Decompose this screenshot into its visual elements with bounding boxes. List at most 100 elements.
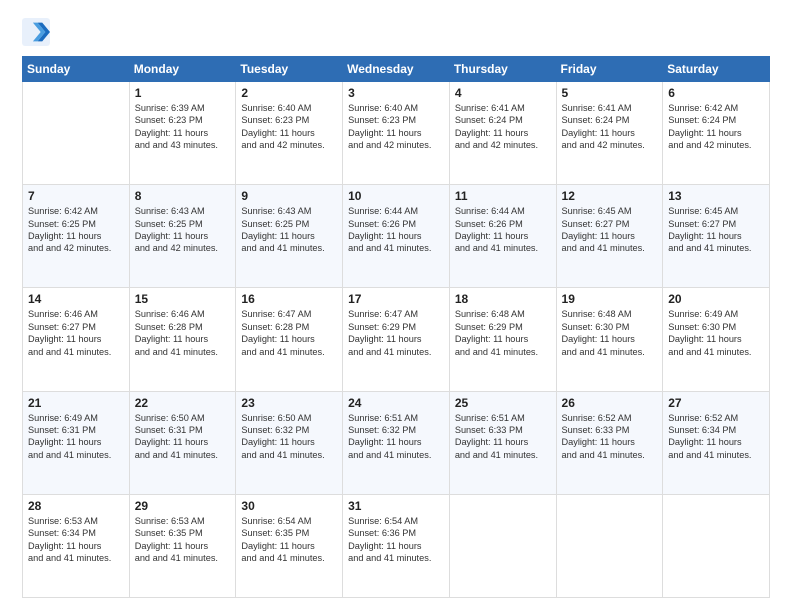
daylight-text-cont: and and 42 minutes. [28,242,124,254]
week-row-4: 21Sunrise: 6:49 AMSunset: 6:31 PMDayligh… [23,391,770,494]
weekday-header-saturday: Saturday [663,57,770,82]
calendar-cell: 26Sunrise: 6:52 AMSunset: 6:33 PMDayligh… [556,391,663,494]
calendar-cell: 12Sunrise: 6:45 AMSunset: 6:27 PMDayligh… [556,185,663,288]
daylight-text: Daylight: 11 hours [562,333,658,345]
sunrise-text: Sunrise: 6:53 AM [28,515,124,527]
weekday-header-monday: Monday [129,57,236,82]
daylight-text-cont: and and 41 minutes. [135,552,231,564]
calendar-cell [449,494,556,597]
day-number: 9 [241,189,337,203]
sunset-text: Sunset: 6:32 PM [348,424,444,436]
daylight-text: Daylight: 11 hours [668,436,764,448]
day-number: 4 [455,86,551,100]
daylight-text-cont: and and 43 minutes. [135,139,231,151]
sunset-text: Sunset: 6:25 PM [135,218,231,230]
weekday-header-tuesday: Tuesday [236,57,343,82]
daylight-text-cont: and and 41 minutes. [455,346,551,358]
daylight-text-cont: and and 41 minutes. [562,449,658,461]
daylight-text: Daylight: 11 hours [668,127,764,139]
daylight-text-cont: and and 41 minutes. [562,242,658,254]
sunset-text: Sunset: 6:24 PM [455,114,551,126]
weekday-header-sunday: Sunday [23,57,130,82]
daylight-text: Daylight: 11 hours [28,436,124,448]
day-number: 27 [668,396,764,410]
daylight-text-cont: and and 41 minutes. [348,552,444,564]
sunset-text: Sunset: 6:24 PM [668,114,764,126]
calendar-cell: 29Sunrise: 6:53 AMSunset: 6:35 PMDayligh… [129,494,236,597]
daylight-text-cont: and and 41 minutes. [241,242,337,254]
day-number: 14 [28,292,124,306]
day-number: 28 [28,499,124,513]
sunset-text: Sunset: 6:32 PM [241,424,337,436]
day-number: 26 [562,396,658,410]
daylight-text-cont: and and 41 minutes. [241,552,337,564]
sunset-text: Sunset: 6:25 PM [28,218,124,230]
sunset-text: Sunset: 6:30 PM [562,321,658,333]
sunset-text: Sunset: 6:29 PM [455,321,551,333]
sunrise-text: Sunrise: 6:42 AM [28,205,124,217]
sunrise-text: Sunrise: 6:41 AM [455,102,551,114]
sunrise-text: Sunrise: 6:51 AM [348,412,444,424]
calendar-cell: 31Sunrise: 6:54 AMSunset: 6:36 PMDayligh… [343,494,450,597]
sunset-text: Sunset: 6:29 PM [348,321,444,333]
daylight-text-cont: and and 42 minutes. [348,139,444,151]
sunrise-text: Sunrise: 6:48 AM [562,308,658,320]
daylight-text: Daylight: 11 hours [241,436,337,448]
daylight-text: Daylight: 11 hours [455,436,551,448]
daylight-text: Daylight: 11 hours [668,333,764,345]
sunrise-text: Sunrise: 6:41 AM [562,102,658,114]
sunset-text: Sunset: 6:24 PM [562,114,658,126]
daylight-text-cont: and and 41 minutes. [28,449,124,461]
day-number: 15 [135,292,231,306]
daylight-text: Daylight: 11 hours [28,230,124,242]
daylight-text: Daylight: 11 hours [455,230,551,242]
day-number: 1 [135,86,231,100]
calendar-cell: 24Sunrise: 6:51 AMSunset: 6:32 PMDayligh… [343,391,450,494]
daylight-text: Daylight: 11 hours [135,127,231,139]
daylight-text-cont: and and 41 minutes. [135,346,231,358]
day-number: 2 [241,86,337,100]
calendar-cell: 25Sunrise: 6:51 AMSunset: 6:33 PMDayligh… [449,391,556,494]
day-number: 11 [455,189,551,203]
daylight-text: Daylight: 11 hours [348,127,444,139]
daylight-text: Daylight: 11 hours [241,127,337,139]
sunrise-text: Sunrise: 6:43 AM [241,205,337,217]
sunset-text: Sunset: 6:36 PM [348,527,444,539]
daylight-text: Daylight: 11 hours [348,333,444,345]
sunset-text: Sunset: 6:23 PM [135,114,231,126]
sunset-text: Sunset: 6:28 PM [135,321,231,333]
day-number: 5 [562,86,658,100]
calendar-cell: 27Sunrise: 6:52 AMSunset: 6:34 PMDayligh… [663,391,770,494]
calendar-cell: 6Sunrise: 6:42 AMSunset: 6:24 PMDaylight… [663,82,770,185]
page: SundayMondayTuesdayWednesdayThursdayFrid… [0,0,792,612]
daylight-text-cont: and and 41 minutes. [562,346,658,358]
calendar-cell: 1Sunrise: 6:39 AMSunset: 6:23 PMDaylight… [129,82,236,185]
sunrise-text: Sunrise: 6:47 AM [241,308,337,320]
daylight-text-cont: and and 41 minutes. [28,552,124,564]
daylight-text-cont: and and 42 minutes. [562,139,658,151]
weekday-header-wednesday: Wednesday [343,57,450,82]
week-row-1: 1Sunrise: 6:39 AMSunset: 6:23 PMDaylight… [23,82,770,185]
daylight-text: Daylight: 11 hours [455,127,551,139]
sunrise-text: Sunrise: 6:43 AM [135,205,231,217]
sunset-text: Sunset: 6:27 PM [28,321,124,333]
daylight-text-cont: and and 41 minutes. [241,346,337,358]
sunset-text: Sunset: 6:27 PM [562,218,658,230]
sunset-text: Sunset: 6:26 PM [348,218,444,230]
sunrise-text: Sunrise: 6:49 AM [28,412,124,424]
daylight-text-cont: and and 42 minutes. [135,242,231,254]
daylight-text-cont: and and 41 minutes. [28,346,124,358]
day-number: 8 [135,189,231,203]
calendar-cell: 30Sunrise: 6:54 AMSunset: 6:35 PMDayligh… [236,494,343,597]
logo [22,18,54,46]
calendar-cell: 3Sunrise: 6:40 AMSunset: 6:23 PMDaylight… [343,82,450,185]
daylight-text-cont: and and 42 minutes. [455,139,551,151]
sunrise-text: Sunrise: 6:40 AM [348,102,444,114]
daylight-text: Daylight: 11 hours [562,127,658,139]
calendar-cell: 10Sunrise: 6:44 AMSunset: 6:26 PMDayligh… [343,185,450,288]
daylight-text-cont: and and 42 minutes. [241,139,337,151]
sunrise-text: Sunrise: 6:53 AM [135,515,231,527]
calendar-cell: 21Sunrise: 6:49 AMSunset: 6:31 PMDayligh… [23,391,130,494]
day-number: 31 [348,499,444,513]
calendar-cell: 13Sunrise: 6:45 AMSunset: 6:27 PMDayligh… [663,185,770,288]
